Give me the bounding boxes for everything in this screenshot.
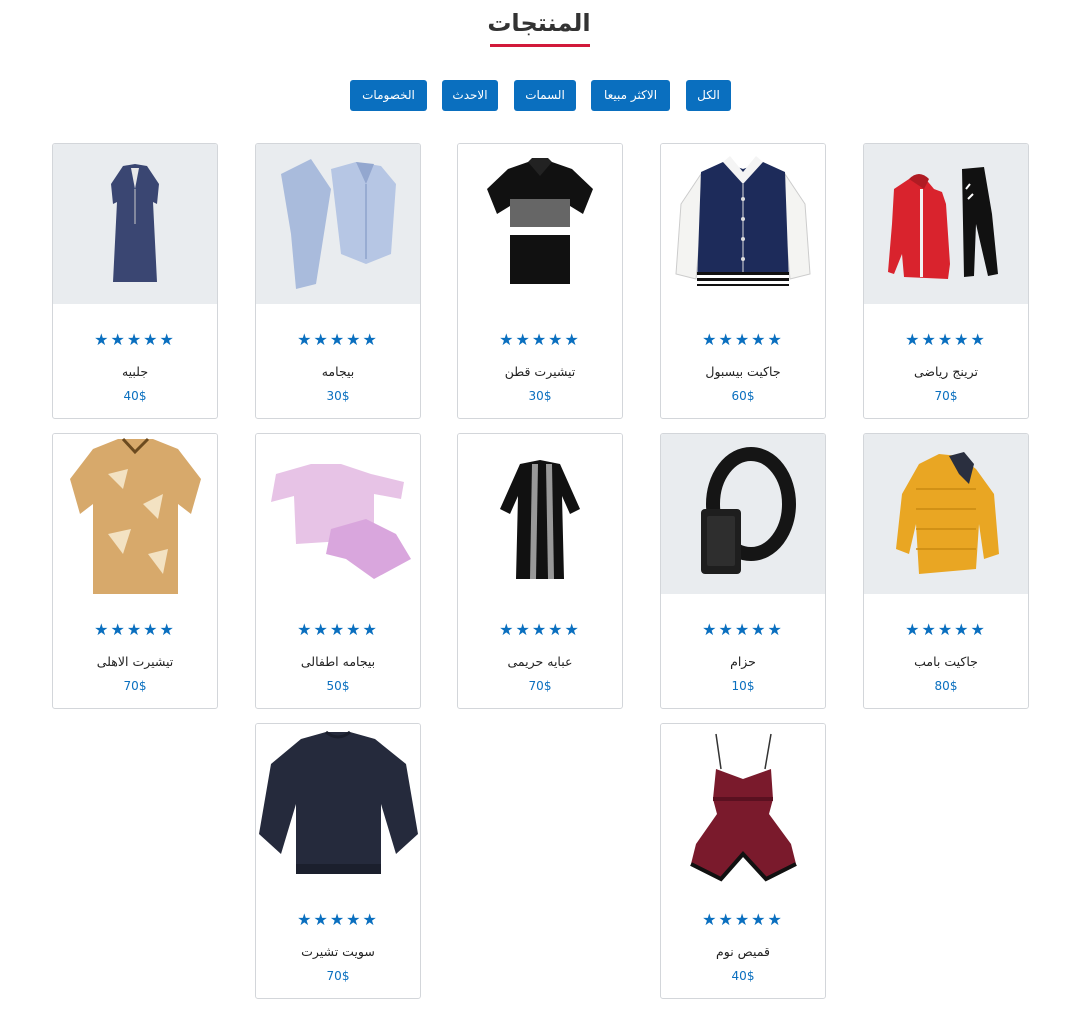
filter-best-selling-button[interactable]: الاكثر مبيعا: [591, 80, 670, 111]
product-name[interactable]: جاكيت بامب: [864, 653, 1028, 671]
product-name[interactable]: تيشيرت الاهلى: [53, 653, 217, 671]
filter-newest-button[interactable]: الاحدث: [442, 80, 498, 111]
polo-shirt-image[interactable]: [458, 144, 622, 304]
product-price: 30$: [326, 389, 350, 403]
product-name[interactable]: قميص نوم: [661, 943, 825, 961]
product-price: 80$: [934, 679, 958, 693]
filter-all-button[interactable]: الكل: [686, 80, 731, 111]
product-card[interactable]: ★★★★★ عبايه حريمى 70$: [457, 433, 623, 709]
rating-stars: ★★★★★: [702, 620, 784, 639]
product-price: 30$: [528, 389, 552, 403]
product-card[interactable]: ★★★★★ بيجامه اطفالى 50$: [255, 433, 421, 709]
rating-stars: ★★★★★: [94, 620, 176, 639]
product-price: 40$: [123, 389, 147, 403]
galabiya-image[interactable]: [53, 144, 217, 304]
filter-bar: الكل الاكثر مبيعا السمات الاحدث الخصومات: [0, 80, 1078, 112]
rating-stars: ★★★★★: [702, 910, 784, 929]
football-shirt-image[interactable]: [53, 434, 217, 594]
rating-stars: ★★★★★: [905, 330, 987, 349]
product-card[interactable]: ★★★★★ تيشيرت الاهلى 70$: [52, 433, 218, 709]
product-name[interactable]: سويت تشيرت: [256, 943, 420, 961]
product-name[interactable]: جاكيت بيسبول: [661, 363, 825, 381]
product-price: 70$: [326, 969, 350, 983]
product-card[interactable]: ★★★★★ جلبيه 40$: [52, 143, 218, 419]
rating-stars: ★★★★★: [297, 330, 379, 349]
rating-stars: ★★★★★: [94, 330, 176, 349]
sweatshirt-image[interactable]: [256, 724, 420, 884]
baseball-jacket-image[interactable]: [661, 144, 825, 304]
pajama-image[interactable]: [256, 144, 420, 304]
product-card[interactable]: ★★★★★ حزام 10$: [660, 433, 826, 709]
product-card[interactable]: ★★★★★ سويت تشيرت 70$: [255, 723, 421, 999]
product-name[interactable]: حزام: [661, 653, 825, 671]
product-name[interactable]: تيشيرت قطن: [458, 363, 622, 381]
product-price: 40$: [731, 969, 755, 983]
product-name[interactable]: بيجامه: [256, 363, 420, 381]
title-underline: [490, 44, 590, 47]
product-card[interactable]: ★★★★★ جاكيت بيسبول 60$: [660, 143, 826, 419]
puffer-jacket-image[interactable]: [864, 434, 1028, 594]
product-card[interactable]: ★★★★★ بيجامه 30$: [255, 143, 421, 419]
product-price: 70$: [528, 679, 552, 693]
product-card[interactable]: ★★★★★ تيشيرت قطن 30$: [457, 143, 623, 419]
product-price: 70$: [934, 389, 958, 403]
nightwear-image[interactable]: [661, 724, 825, 884]
rating-stars: ★★★★★: [499, 620, 581, 639]
filter-discounts-button[interactable]: الخصومات: [350, 80, 427, 111]
product-price: 70$: [123, 679, 147, 693]
tracksuit-image[interactable]: [864, 144, 1028, 304]
product-name[interactable]: جلبيه: [53, 363, 217, 381]
product-name[interactable]: ترينج رياضى: [864, 363, 1028, 381]
product-name[interactable]: عبايه حريمى: [458, 653, 622, 671]
rating-stars: ★★★★★: [702, 330, 784, 349]
product-card[interactable]: ★★★★★ ترينج رياضى 70$: [863, 143, 1029, 419]
product-card[interactable]: ★★★★★ قميص نوم 40$: [660, 723, 826, 999]
product-card[interactable]: ★★★★★ جاكيت بامب 80$: [863, 433, 1029, 709]
product-price: 10$: [731, 679, 755, 693]
belt-image[interactable]: [661, 434, 825, 594]
rating-stars: ★★★★★: [297, 620, 379, 639]
filter-features-button[interactable]: السمات: [514, 80, 576, 111]
page-title: المنتجات: [487, 9, 591, 37]
abaya-image[interactable]: [458, 434, 622, 594]
kids-pajama-image[interactable]: [256, 434, 420, 594]
product-name[interactable]: بيجامه اطفالى: [256, 653, 420, 671]
rating-stars: ★★★★★: [297, 910, 379, 929]
rating-stars: ★★★★★: [905, 620, 987, 639]
product-price: 50$: [326, 679, 350, 693]
product-price: 60$: [731, 389, 755, 403]
rating-stars: ★★★★★: [499, 330, 581, 349]
